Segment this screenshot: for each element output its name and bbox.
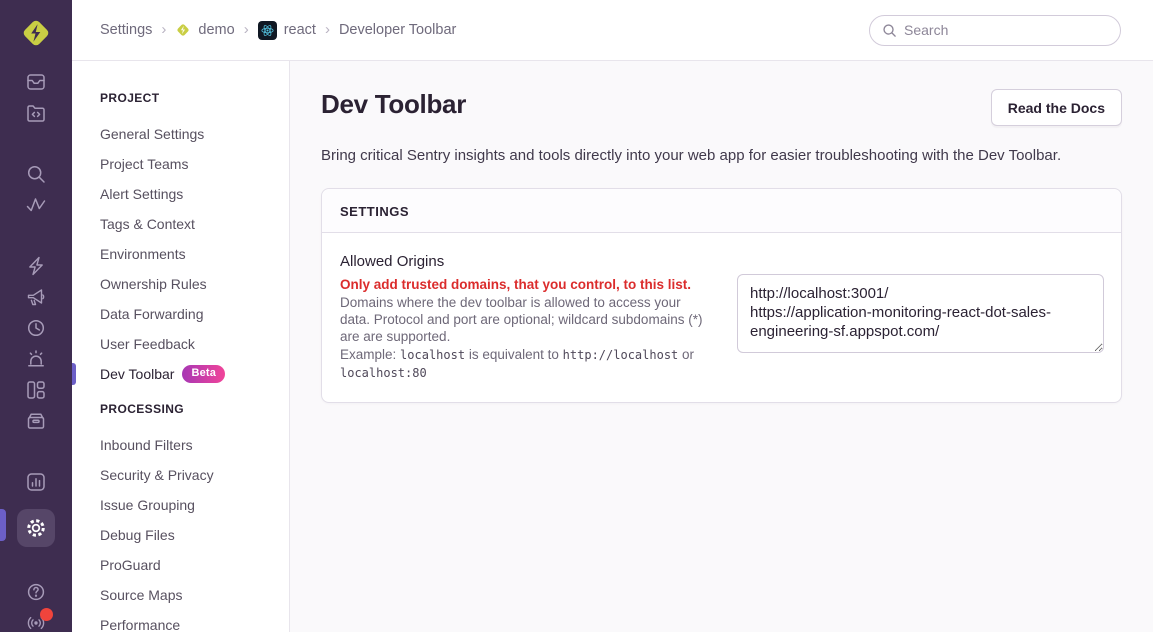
alerts-siren-icon[interactable]: [17, 343, 55, 374]
search-input[interactable]: [904, 22, 1108, 38]
search-box[interactable]: [869, 15, 1121, 46]
nav-item-performance[interactable]: Performance: [100, 610, 289, 632]
nav-item-ownership-rules[interactable]: Ownership Rules: [100, 269, 289, 299]
nav-item-dev-toolbar-label: Dev Toolbar: [100, 366, 174, 382]
stats-bar-chart-icon[interactable]: [17, 466, 55, 497]
example-text: is equivalent to: [469, 347, 559, 362]
example-code-http-localhost: http://localhost: [563, 348, 679, 362]
read-the-docs-button[interactable]: Read the Docs: [991, 89, 1122, 126]
dashboards-grid-icon[interactable]: [17, 374, 55, 405]
sentry-logo[interactable]: [18, 0, 54, 66]
nav-section-project-title: PROJECT: [100, 91, 289, 105]
breadcrumb-org-label: demo: [198, 22, 234, 38]
breadcrumb-settings-label: Settings: [100, 22, 152, 38]
nav-item-dev-toolbar[interactable]: Dev Toolbar Beta: [100, 359, 289, 389]
breadcrumb-org[interactable]: demo: [175, 22, 234, 38]
main-content: Dev Toolbar Read the Docs Bring critical…: [290, 61, 1153, 632]
settings-panel-header: SETTINGS: [322, 189, 1121, 233]
breadcrumb-project[interactable]: react: [258, 21, 316, 40]
nav-item-issue-grouping[interactable]: Issue Grouping: [100, 490, 289, 520]
nav-item-project-teams[interactable]: Project Teams: [100, 149, 289, 179]
allowed-origins-help: Domains where the dev toolbar is allowed…: [340, 294, 707, 345]
settings-nav: PROJECT General Settings Project Teams A…: [72, 61, 290, 632]
nav-item-alert-settings[interactable]: Alert Settings: [100, 179, 289, 209]
breadcrumb-current-page: Developer Toolbar: [339, 22, 456, 38]
notification-dot: [40, 608, 53, 621]
nav-item-proguard[interactable]: ProGuard: [100, 550, 289, 580]
chevron-right-icon: ›: [161, 22, 166, 37]
settings-gear-active-bg: [17, 509, 55, 547]
example-code-localhost: localhost: [400, 348, 465, 362]
nav-item-tags-context[interactable]: Tags & Context: [100, 209, 289, 239]
breadcrumb-page-label: Developer Toolbar: [339, 22, 456, 38]
settings-panel: SETTINGS Allowed Origins Only add truste…: [321, 188, 1122, 403]
projects-code-folder-icon[interactable]: [17, 97, 55, 128]
nav-item-security-privacy[interactable]: Security & Privacy: [100, 460, 289, 490]
org-diamond-icon: [175, 22, 191, 38]
react-platform-icon: [258, 21, 277, 40]
allowed-origins-example: Example: localhost is equivalent to http…: [340, 346, 707, 382]
chevron-right-icon: ›: [325, 22, 330, 37]
feedback-megaphone-icon[interactable]: [17, 281, 55, 312]
example-code-localhost-80: localhost:80: [340, 366, 427, 380]
issues-icon[interactable]: [17, 66, 55, 97]
whats-new-broadcast-icon[interactable]: [17, 607, 55, 632]
chevron-right-icon: ›: [244, 22, 249, 37]
nav-item-debug-files[interactable]: Debug Files: [100, 520, 289, 550]
nav-item-source-maps[interactable]: Source Maps: [100, 580, 289, 610]
allowed-origins-label: Allowed Origins: [340, 253, 707, 270]
example-label: Example:: [340, 347, 396, 362]
breadcrumb: Settings › demo › react › Develo: [100, 21, 456, 40]
lightning-icon[interactable]: [17, 250, 55, 281]
breadcrumb-project-label: react: [284, 22, 316, 38]
traces-line-icon[interactable]: [17, 189, 55, 220]
nav-item-user-feedback[interactable]: User Feedback: [100, 329, 289, 359]
help-circle-icon[interactable]: [17, 576, 55, 607]
explore-search-icon[interactable]: [17, 158, 55, 189]
allowed-origins-textarea[interactable]: http://localhost:3001/ https://applicati…: [737, 274, 1104, 353]
page-title: Dev Toolbar: [321, 89, 466, 120]
allowed-origins-warning: Only add trusted domains, that you contr…: [340, 276, 707, 293]
allowed-origins-field: Allowed Origins Only add trusted domains…: [322, 233, 1121, 402]
breadcrumb-settings[interactable]: Settings: [100, 22, 152, 38]
nav-item-data-forwarding[interactable]: Data Forwarding: [100, 299, 289, 329]
sidebar-active-indicator: [0, 509, 6, 541]
primary-sidebar: [0, 0, 72, 632]
search-icon: [882, 23, 897, 38]
nav-item-inbound-filters[interactable]: Inbound Filters: [100, 430, 289, 460]
top-header: Settings › demo › react › Develo: [72, 0, 1153, 61]
nav-item-general-settings[interactable]: General Settings: [100, 119, 289, 149]
history-clock-icon[interactable]: [17, 312, 55, 343]
page-description: Bring critical Sentry insights and tools…: [321, 147, 1122, 164]
beta-badge: Beta: [182, 365, 225, 383]
nav-section-processing-title: PROCESSING: [100, 402, 289, 416]
settings-gear-icon[interactable]: [17, 506, 55, 550]
example-or: or: [682, 347, 694, 362]
archive-box-icon[interactable]: [17, 405, 55, 436]
nav-item-environments[interactable]: Environments: [100, 239, 289, 269]
